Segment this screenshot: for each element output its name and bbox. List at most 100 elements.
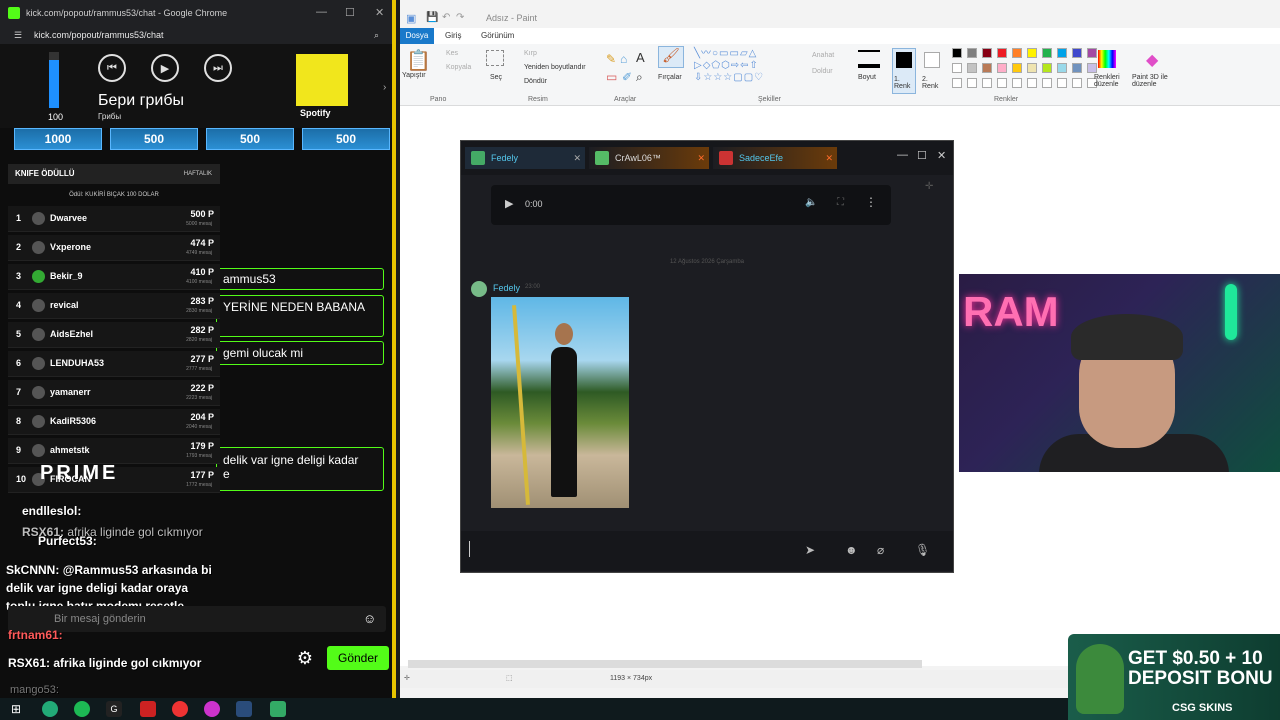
app-icon[interactable] (140, 701, 156, 717)
chat-username[interactable]: SkCNNN: (6, 563, 59, 577)
brush-icon[interactable]: 🖌 (658, 46, 684, 68)
resize-button[interactable]: Yeniden boyutlandır (524, 64, 586, 71)
brushes-button[interactable]: Fırçalar (658, 74, 682, 81)
close-tab-icon[interactable]: ✕ (573, 147, 581, 169)
tab-view[interactable]: Görünüm (481, 28, 514, 44)
close-tab-icon[interactable]: ✕ (697, 147, 705, 169)
color-swatch[interactable] (1012, 78, 1022, 88)
emoji-icon[interactable]: ☺ (363, 611, 376, 626)
rotate-button[interactable]: Döndür (524, 78, 547, 85)
color-swatch[interactable] (982, 48, 992, 58)
fullscreen-icon[interactable]: ⛶ (837, 197, 844, 208)
spotify-icon[interactable] (74, 701, 90, 717)
color-swatch[interactable] (967, 63, 977, 73)
pencil-icon[interactable]: ✎ (606, 52, 616, 66)
fill-button[interactable]: Doldur (812, 68, 833, 75)
dm-tab-crawl[interactable]: CrAwL06™ ✕ (589, 147, 709, 169)
color-swatch[interactable] (952, 63, 962, 73)
color-picker-icon[interactable]: ✐ (622, 70, 632, 84)
text-icon[interactable]: A (636, 50, 645, 65)
color-swatch[interactable] (952, 78, 962, 88)
outline-button[interactable]: Anahat (812, 52, 834, 59)
message-composer[interactable]: ➤ ☻ ⌀ 🎙 (461, 531, 953, 571)
message-input[interactable]: Bir mesaj gönderin (8, 606, 386, 632)
dm-tab-fedely[interactable]: Fedely ✕ (465, 147, 585, 169)
color-swatch[interactable] (967, 78, 977, 88)
maximize-icon[interactable]: ☐ (917, 149, 927, 162)
color-swatch[interactable] (1042, 63, 1052, 73)
pin-icon[interactable]: ✛ (925, 181, 933, 192)
chat-username[interactable]: RSX61: (8, 656, 50, 670)
avatar[interactable] (471, 281, 487, 297)
undo-icon[interactable]: ↶ (442, 12, 450, 23)
magnifier-icon[interactable]: ⌕ (636, 70, 643, 85)
app-icon[interactable]: G (106, 701, 122, 717)
close-icon[interactable]: ✕ (375, 6, 384, 19)
audio-play-icon[interactable]: ▶ (505, 197, 513, 210)
color-swatch[interactable] (997, 63, 1007, 73)
app-icon[interactable] (204, 701, 220, 717)
volume-bar[interactable] (49, 52, 59, 108)
color-swatch[interactable] (1087, 63, 1097, 73)
save-icon[interactable]: 💾 (426, 12, 438, 23)
color-swatch[interactable] (1057, 63, 1067, 73)
next-track-icon[interactable]: ⏭ (204, 54, 232, 82)
copy-button[interactable]: Kopyala (446, 64, 471, 71)
color-swatch[interactable] (1057, 78, 1067, 88)
size-icon[interactable] (858, 50, 880, 68)
shapes-gallery[interactable]: ╲〰○▭▭▱△ ▷◇⬠⬡⇨⇦⇧ ⇩☆☆☆▢▢♡ (694, 48, 794, 88)
fill-icon[interactable]: ⌂ (620, 52, 627, 66)
play-icon[interactable]: ▶ (151, 54, 179, 82)
close-tab-icon[interactable]: ✕ (825, 147, 833, 169)
sponsor-ad[interactable]: GET $0.50 + 10 DEPOSIT BONU CSG SKINS (1068, 634, 1280, 720)
chat-username[interactable]: mango53: (10, 684, 59, 696)
color2-swatch[interactable] (924, 52, 940, 68)
color-swatch[interactable] (1072, 63, 1082, 73)
color-swatch[interactable] (952, 48, 962, 58)
color-swatch[interactable] (1012, 63, 1022, 73)
send-button[interactable]: Gönder (327, 646, 389, 670)
paste-button[interactable]: Yapıştır (402, 72, 426, 79)
message-author[interactable]: Fedely (493, 283, 520, 293)
attachment-icon[interactable]: ⌀ (877, 543, 884, 557)
cut-button[interactable]: Kes (446, 50, 458, 57)
chat-settings-gear-icon[interactable]: ⚙ (295, 648, 315, 668)
color-swatch[interactable] (1087, 48, 1097, 58)
color-swatch[interactable] (1072, 48, 1082, 58)
dm-tab-sadeceefe[interactable]: SadeceEfe ✕ (713, 147, 837, 169)
eraser-icon[interactable]: ▭ (606, 70, 617, 84)
color-swatch[interactable] (982, 78, 992, 88)
color-swatch[interactable] (1042, 78, 1052, 88)
steam-icon[interactable] (236, 701, 252, 717)
color-swatch[interactable] (982, 63, 992, 73)
edit-colors-button[interactable]: Renkleri düzenle (1094, 74, 1134, 88)
chat-username[interactable]: frtnam61: (8, 628, 63, 642)
color-swatch[interactable] (1027, 48, 1037, 58)
minimize-icon[interactable]: — (316, 6, 327, 18)
tab-file[interactable]: Dosya (400, 28, 434, 44)
windows-start-icon[interactable]: ⊞ (8, 701, 24, 717)
address-bar[interactable]: kick.com/popout/rammus53/chat ☰ ⌕ (0, 26, 392, 44)
edit-colors-icon[interactable] (1098, 50, 1116, 68)
minimize-icon[interactable]: — (897, 149, 908, 161)
microphone-icon[interactable]: 🎙 (915, 543, 930, 557)
color-swatch[interactable] (1027, 78, 1037, 88)
color-swatch[interactable] (997, 78, 1007, 88)
size-button[interactable]: Boyut (858, 74, 876, 81)
color-swatch[interactable] (1027, 63, 1037, 73)
horizontal-scrollbar[interactable] (408, 660, 922, 668)
chrome-icon[interactable] (172, 701, 188, 717)
crop-button[interactable]: Kırp (524, 50, 537, 57)
clipboard-icon[interactable]: 📋 (406, 48, 431, 73)
color-swatch[interactable] (1057, 48, 1067, 58)
previous-track-icon[interactable]: ⏮ (98, 54, 126, 82)
color-swatch[interactable] (997, 48, 1007, 58)
tune-icon[interactable]: ☰ (14, 26, 22, 44)
color-swatch[interactable] (1012, 48, 1022, 58)
select-button[interactable]: Seç (490, 74, 502, 81)
select-icon[interactable] (486, 50, 504, 66)
paint-icon[interactable] (270, 701, 286, 717)
send-icon[interactable]: ➤ (805, 543, 815, 557)
emoji-icon[interactable]: ☻ (845, 543, 858, 557)
paint3d-button[interactable]: Paint 3D ile düzenle (1132, 74, 1182, 88)
